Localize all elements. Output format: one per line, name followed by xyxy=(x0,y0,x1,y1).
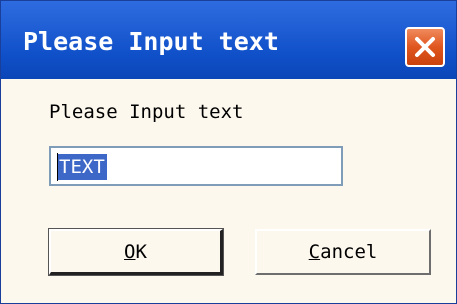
close-icon xyxy=(415,37,435,57)
close-button[interactable] xyxy=(405,27,445,67)
title-bar[interactable]: Please Input text xyxy=(1,1,456,79)
ok-mnemonic: O xyxy=(124,240,136,263)
window-title: Please Input text xyxy=(23,27,279,56)
input-dialog-window: Please Input text Please Input text TEXT… xyxy=(0,0,457,304)
text-caret xyxy=(57,153,58,181)
cancel-mnemonic: C xyxy=(308,241,321,263)
prompt-label: Please Input text xyxy=(49,101,244,123)
cancel-button[interactable]: Cancel xyxy=(255,229,431,275)
ok-button[interactable]: OK xyxy=(48,228,224,276)
input-value: TEXT xyxy=(57,154,107,180)
cancel-label-rest: ancel xyxy=(320,241,378,263)
ok-label-rest: K xyxy=(135,240,147,263)
text-input-field[interactable]: TEXT xyxy=(49,146,343,186)
